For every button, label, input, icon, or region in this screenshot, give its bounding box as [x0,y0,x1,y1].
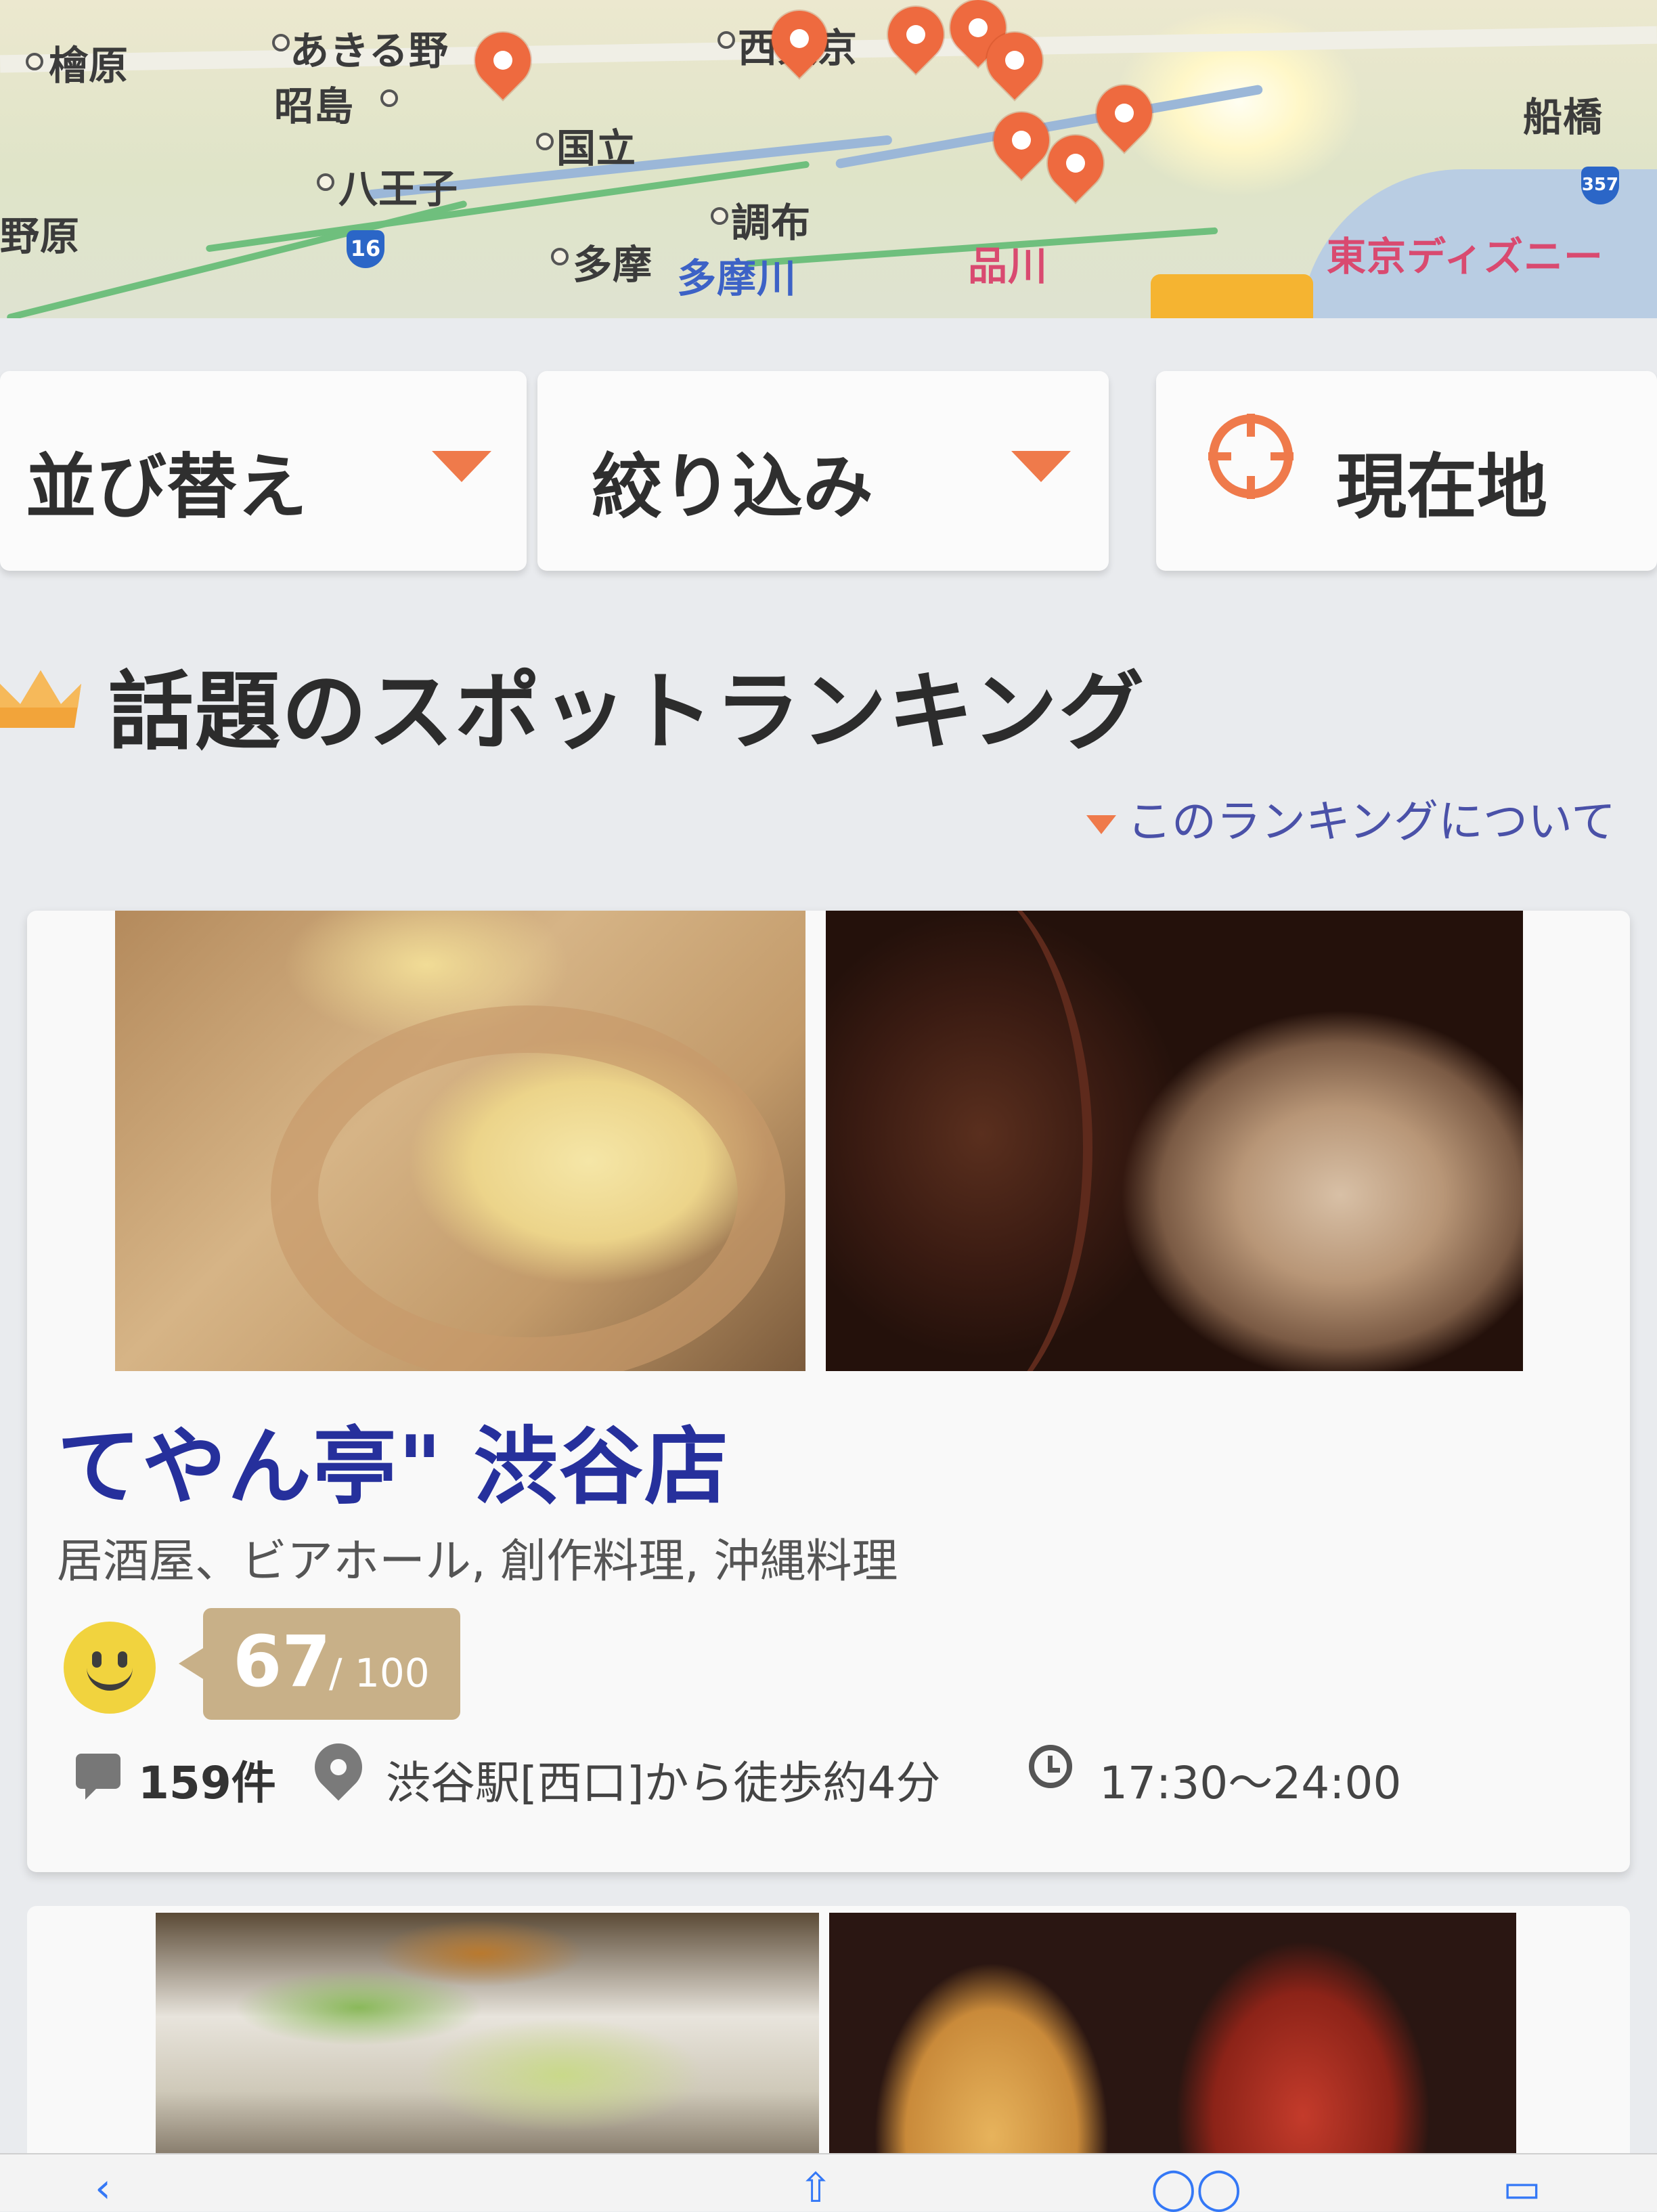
route-16-icon: 16 [347,230,384,268]
browser-toolbar: ‹ ⇧ ◯◯ ▭ [0,2153,1657,2211]
location-pin-icon [305,1733,372,1801]
map-city-dot [551,248,569,265]
filter-dropdown[interactable]: 絞り込み [537,371,1109,571]
tabs-icon[interactable]: ▭ [1503,2168,1541,2209]
expand-arrow-icon [1086,815,1116,834]
spot-photo-food[interactable] [115,911,805,1371]
station-access: 渋谷駅[西口]から徒歩約4分 [386,1757,941,1809]
bookmarks-icon[interactable]: ◯◯ [1151,2168,1241,2209]
spot-name[interactable]: てやん亭" 渋谷店 [57,1398,730,1520]
spot-genres: 居酒屋、ビアホール, 創作料理, 沖縄料理 [57,1535,898,1588]
crown-icon [0,670,81,728]
map-pin-icon[interactable] [877,0,955,74]
route-357-icon: 357 [1581,167,1619,204]
crosshair-icon [1208,414,1294,499]
ranking-header: 話題のスポットランキング このランキングについて [0,609,1657,880]
map-city-dot [711,207,728,225]
map-city-dot [717,31,735,49]
map-pin-icon[interactable] [1085,74,1164,152]
map-label-tama: 多摩 [573,242,653,288]
map-city-dot [317,173,334,191]
map-label-akishima: 昭島 [274,83,355,129]
opening-hours: 17:30〜24:00 [1099,1757,1402,1809]
photo-detail [271,1005,785,1371]
spot-card[interactable]: てやん亭" 渋谷店 居酒屋、ビアホール, 創作料理, 沖縄料理 67 / 100… [27,911,1630,1872]
filter-bar: 並び替え 絞り込み 現在地 [0,371,1657,574]
map-station-badge [1151,274,1313,318]
score-max: / 100 [329,1650,430,1696]
spot-photo-dish[interactable] [826,911,1523,1371]
sort-dropdown[interactable]: 並び替え [0,371,527,571]
back-arrow-icon[interactable]: ‹ [95,2168,111,2209]
map-pin-icon[interactable] [464,21,542,100]
score-badge: 67 / 100 [179,1608,460,1720]
clock-icon [1029,1745,1072,1788]
map-label-tamagawa: 多摩川 [677,255,797,301]
filter-dropdown-arrow-icon [1011,451,1071,482]
ranking-title: 話題のスポットランキング [108,662,1146,762]
current-location-label: 現在地 [1336,446,1548,528]
map-label-shinagawa: 品川 [968,243,1048,289]
map-label-kunitachi: 国立 [556,125,637,171]
map-city-dot [272,34,290,51]
sort-dropdown-arrow-icon [432,451,491,482]
map-label-funabashi: 船橋 [1523,94,1604,140]
map-label-akiruno: あきる野 [290,28,449,74]
about-ranking-link[interactable]: このランキングについて [1086,785,1616,850]
area-map[interactable]: 檜原 あきる野 昭島 国立 八王子 調布 多摩 多摩川 品川 西東京 東京ディズ… [0,0,1657,318]
share-icon[interactable]: ⇧ [799,2168,833,2209]
score-value: 67 [233,1620,331,1703]
map-city-dot [536,133,554,150]
map-label-hachioji: 八王子 [338,166,459,212]
photo-detail [826,911,1092,1371]
map-label-nohara: 野原 [0,213,81,259]
review-count: 159件 [138,1757,276,1809]
map-city-dot [26,53,43,70]
sort-label: 並び替え [26,446,308,528]
filter-label: 絞り込み [592,446,874,528]
map-city-dot [380,89,398,107]
about-ranking-label: このランキングについて [1127,796,1616,848]
map-label-hinohara: 檜原 [49,43,129,89]
map-label-disney: 東京ディズニー [1327,234,1604,280]
smiley-face-icon [64,1622,156,1714]
current-location-button[interactable]: 現在地 [1156,371,1657,571]
map-road [205,160,810,253]
comment-icon [76,1754,120,1800]
map-label-chofu: 調布 [731,200,812,246]
